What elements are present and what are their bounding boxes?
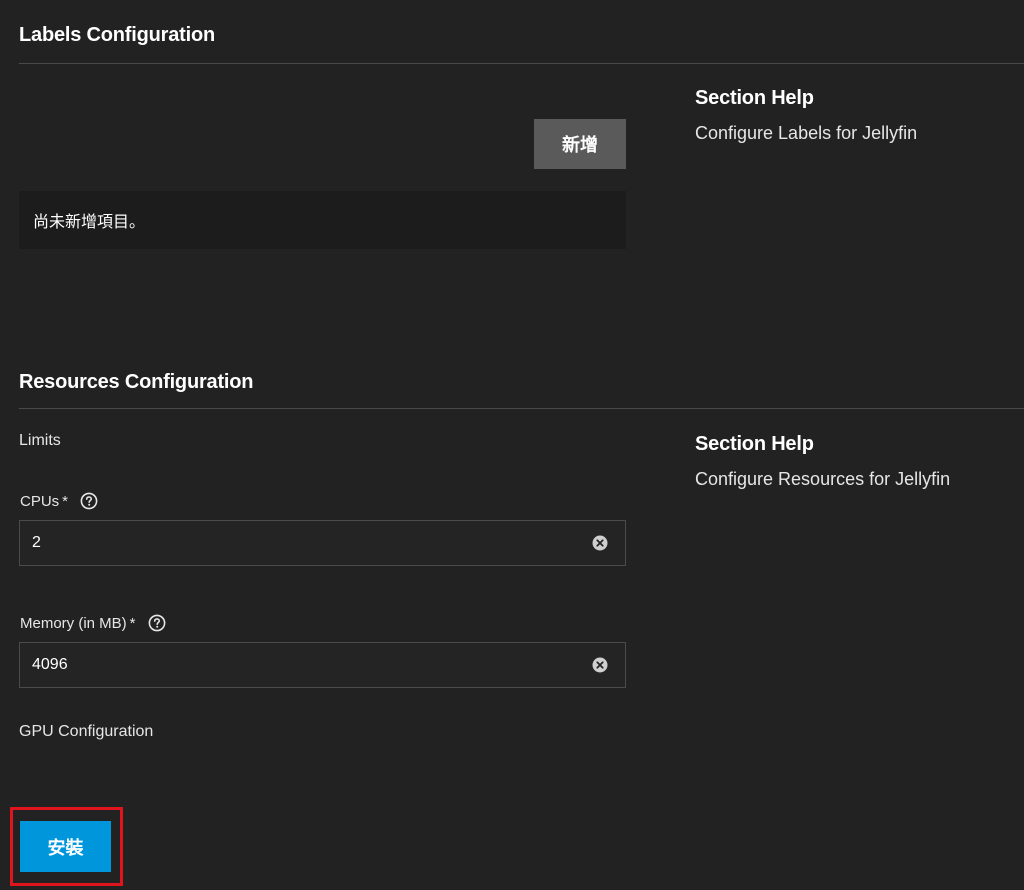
cpus-label-text: CPUs — [20, 492, 60, 510]
memory-label-text: Memory (in MB) — [20, 614, 127, 632]
resources-help-text: Configure Resources for Jellyfin — [695, 469, 951, 489]
labels-help-title: Section Help — [695, 87, 814, 109]
memory-input[interactable] — [20, 643, 580, 686]
resources-help-title: Section Help — [695, 433, 814, 455]
limits-subheading: Limits — [19, 432, 61, 449]
clear-circle-icon[interactable] — [592, 657, 608, 673]
empty-list-message: 尚未新增項目。 — [33, 212, 146, 231]
resources-section-title: Resources Configuration — [19, 371, 254, 393]
required-mark: * — [129, 614, 136, 632]
required-mark: * — [62, 492, 69, 510]
help-circle-icon[interactable] — [148, 614, 166, 632]
labels-section-title: Labels Configuration — [19, 24, 216, 46]
cpus-input-wrapper — [19, 520, 626, 566]
labels-section-divider — [19, 63, 1024, 64]
cpus-field-label: CPUs * — [20, 492, 98, 510]
cpus-input[interactable] — [20, 521, 580, 564]
install-button[interactable]: 安裝 — [20, 821, 111, 872]
labels-help-text: Configure Labels for Jellyfin — [695, 123, 918, 143]
resources-section-divider — [19, 408, 1024, 409]
memory-input-wrapper — [19, 642, 626, 688]
app-config-page: Labels Configuration Section Help Config… — [0, 0, 1024, 890]
labels-empty-list: 尚未新增項目。 — [19, 191, 626, 249]
add-label-button[interactable]: 新增 — [534, 119, 626, 169]
memory-field-label: Memory (in MB) * — [20, 614, 166, 632]
gpu-configuration-label: GPU Configuration — [19, 723, 154, 740]
clear-circle-icon[interactable] — [592, 535, 608, 551]
help-circle-icon[interactable] — [80, 492, 98, 510]
